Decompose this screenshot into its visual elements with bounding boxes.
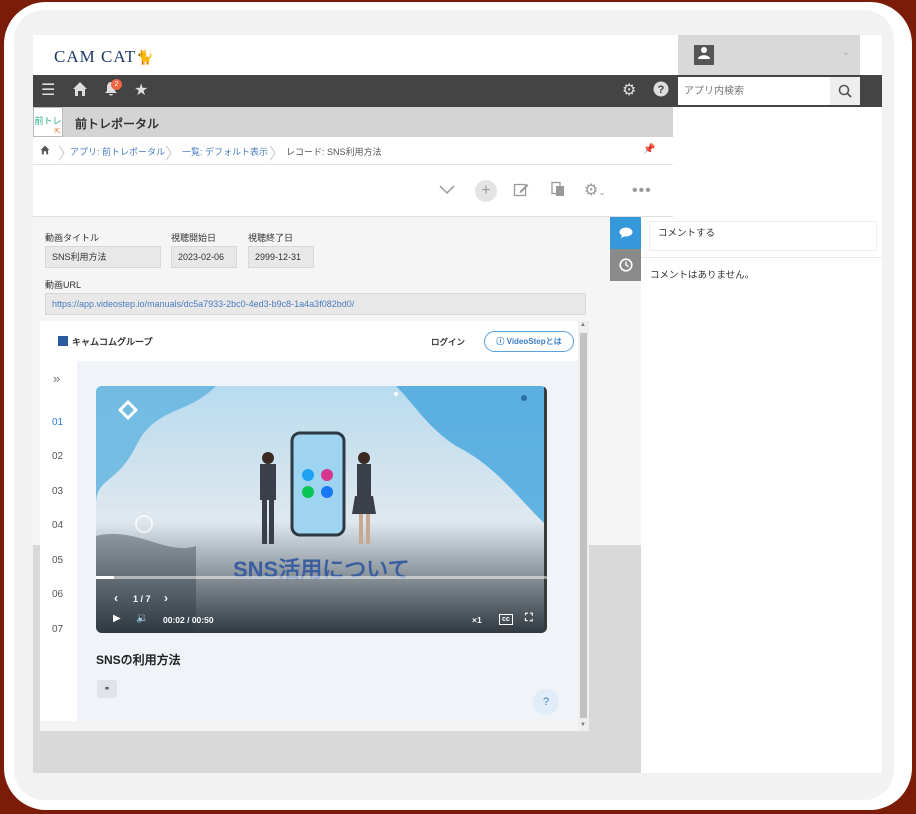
cat-logo-icon: 🐈 [136,51,155,66]
duplicate-icon[interactable] [550,181,566,203]
svg-text:?: ? [658,84,665,96]
breadcrumb-view[interactable]: 一覧: デフォルト表示 [182,145,268,158]
login-link[interactable]: ログイン [431,336,465,348]
app-window: CAM CAT🐈 ⌄ ☰ 2 ★ ⚙ ? 前トレ ⇱ [33,35,882,773]
videostep-about-button[interactable]: ⓘ VideoStepとは [484,331,574,352]
comment-input[interactable]: コメントする [649,221,877,251]
user-avatar-icon[interactable] [694,45,714,65]
app-icon[interactable]: 前トレ ⇱ [33,107,63,137]
embedded-video-viewer: キャムコムグループ ログイン ⓘ VideoStepとは » 01 02 03 … [40,321,589,731]
field-url-value[interactable]: https://app.videostep.io/manuals/dc5a793… [45,293,586,315]
video-time: 00:02 / 00:50 [163,615,214,625]
field-label-start-date: 視聴開始日 [171,233,217,243]
app-title[interactable]: 前トレポータル [75,115,159,132]
step-item[interactable]: 03 [52,486,63,497]
notification-badge: 2 [111,79,122,90]
breadcrumb-separator: 〉 [269,146,286,163]
help-button[interactable]: ? [533,689,559,715]
field-end-date-value: 2999-12-31 [248,246,314,268]
video-title-overlay: SNS活用について [233,557,410,582]
navbar: ☰ 2 ★ ⚙ ? [33,75,882,107]
comments-tab[interactable] [610,217,641,249]
step-indicator: 1 / 7 [133,594,151,604]
speech-bubble-icon [619,227,633,242]
scrollbar-thumb[interactable] [580,333,587,718]
pin-icon[interactable]: 📌 [643,144,655,155]
more-options-icon[interactable]: ••• [632,181,652,201]
header: CAM CAT🐈 ⌄ [33,35,882,75]
expand-sidebar-icon[interactable]: » [53,371,60,386]
fullscreen-icon[interactable]: ⛶ [525,612,533,625]
search-input[interactable] [678,77,830,105]
volume-icon[interactable]: 🔉 [136,613,148,624]
step-item[interactable]: 01 [52,417,63,428]
playback-speed[interactable]: ×1 [472,615,482,625]
step-item[interactable]: 04 [52,520,63,531]
embed-vertical-scrollbar[interactable]: ▲ ▼ [578,321,589,731]
step-sidebar: » 01 02 03 04 05 06 07 [40,361,77,731]
chevron-down-icon[interactable] [439,181,455,203]
step-item[interactable]: 07 [52,624,63,635]
record-settings-icon[interactable]: ⚙⌄ [584,181,606,202]
menu-icon[interactable]: ☰ [41,81,55,101]
gear-icon[interactable]: ⚙ [622,81,636,101]
logo[interactable]: CAM CAT🐈 [54,47,155,67]
side-panel-tabs [610,217,641,281]
breadcrumb-record: レコード: SNS利用方法 [286,147,382,157]
logo-text: CAM CAT [54,47,137,66]
field-label-title: 動画タイトル [45,233,100,243]
videostep-about-label: VideoStepとは [506,337,562,346]
brand-name: キャムコムグループ [72,337,153,347]
breadcrumb-separator: 〉 [165,146,182,163]
embed-horizontal-scrollbar[interactable] [40,721,578,731]
external-link-icon[interactable]: ⇱ [54,128,61,136]
star-icon[interactable]: ★ [134,81,148,101]
breadcrumb-home-icon[interactable] [40,145,50,157]
breadcrumb-app[interactable]: アプリ: 前トレポータル [70,145,165,158]
field-start-date-value: 2023-02-06 [171,246,237,268]
question-circle-icon: ⓘ [496,337,507,346]
brand-logo-icon [58,336,68,346]
captions-icon[interactable]: cc [499,614,513,625]
scroll-down-arrow-icon[interactable]: ▼ [580,722,586,728]
field-label-end-date: 視聴終了日 [248,233,294,243]
comments-panel: コメントする コメントはありません。 [641,217,882,773]
step-item[interactable]: 05 [52,555,63,566]
video-progress-bar[interactable] [96,576,547,579]
step-caption: SNSの利用方法 [96,653,181,667]
breadcrumb: 〉 アプリ: 前トレポータル 〉 一覧: デフォルト表示 〉 レコード: SNS… [33,137,673,165]
step-item[interactable]: 06 [52,589,63,600]
chevron-down-icon[interactable]: ⌄ [842,47,850,58]
embed-header: キャムコムグループ ログイン ⓘ VideoStepとは [40,321,578,361]
record-toolbar: + ⚙⌄ ••• [33,165,673,217]
video-progress-fill [96,576,115,579]
field-label-url: 動画URL [45,280,82,290]
home-icon[interactable] [72,81,88,103]
app-titlebar: 前トレ ⇱ 前トレポータル [33,107,673,137]
no-comments-message: コメントはありません。 [650,270,755,281]
search-button[interactable] [830,77,860,105]
history-tab[interactable] [610,249,641,281]
divider [641,257,882,258]
field-title-value: SNS利用方法 [45,246,161,268]
appbar-spacer [673,107,882,137]
help-icon[interactable]: ? [653,81,669,103]
user-menu[interactable]: ⌄ [678,35,860,75]
translate-icon[interactable]: ⚭ [97,680,117,698]
play-icon[interactable]: ▶ [113,613,121,624]
prev-step-icon[interactable]: ‹ [114,591,118,605]
scroll-up-arrow-icon[interactable]: ▲ [580,322,586,328]
step-item[interactable]: 02 [52,451,63,462]
app-icon-text: 前トレ [34,116,62,126]
edit-icon[interactable] [513,181,529,203]
history-clock-icon [618,258,633,275]
next-step-icon[interactable]: › [164,591,168,605]
video-player[interactable]: SNS活用について ‹ 1 / 7 › ▶ 🔉 00:02 / 00:50 ×1… [96,386,547,633]
add-record-button[interactable]: + [475,180,497,202]
